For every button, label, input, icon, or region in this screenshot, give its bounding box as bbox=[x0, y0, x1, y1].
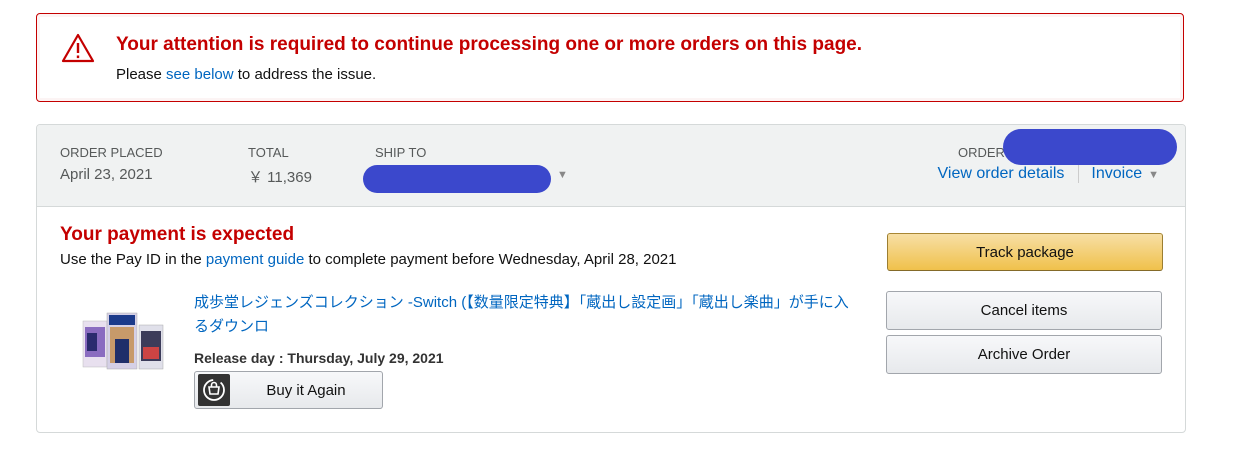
alert-title: Your attention is required to continue p… bbox=[116, 34, 863, 55]
chevron-down-icon: ▼ bbox=[1148, 169, 1159, 182]
invoice-link[interactable]: Invoice ▼ bbox=[1091, 165, 1159, 182]
order-number-redaction bbox=[1003, 129, 1177, 165]
invoice-label: Invoice bbox=[1091, 165, 1143, 183]
product-image[interactable] bbox=[77, 303, 172, 383]
buy-again-icon bbox=[198, 374, 230, 406]
payment-guide-link[interactable]: payment guide bbox=[206, 251, 304, 268]
track-package-button[interactable]: Track package bbox=[887, 233, 1163, 271]
cancel-items-button[interactable]: Cancel items bbox=[886, 291, 1162, 330]
alert-body-prefix: Please bbox=[116, 66, 167, 83]
archive-order-button[interactable]: Archive Order bbox=[886, 335, 1162, 374]
alert-body-suffix: to address the issue. bbox=[233, 66, 377, 83]
order-header: ORDER PLACED April 23, 2021 TOTAL ￥ 11,3… bbox=[37, 125, 1185, 207]
status-desc-suffix: to complete payment before Wednesday, Ap… bbox=[304, 251, 677, 268]
product-title-link[interactable]: 成歩堂レジェンズコレクション -Switch (【数量限定特典】「蔵出し設定画」… bbox=[194, 291, 854, 339]
payment-status-desc: Use the Pay ID in the payment guide to c… bbox=[60, 251, 677, 268]
order-placed-label: ORDER PLACED bbox=[60, 145, 163, 160]
order-placed-value: April 23, 2021 bbox=[60, 166, 153, 183]
buy-it-again-button[interactable]: Buy it Again bbox=[194, 371, 383, 409]
view-order-details-link[interactable]: View order details bbox=[938, 165, 1065, 182]
attention-alert: Your attention is required to continue p… bbox=[36, 13, 1184, 102]
order-number-label: ORDER bbox=[958, 145, 1005, 160]
order-header-links: View order details Invoice ▼ bbox=[938, 165, 1159, 183]
total-value: ￥ 11,369 bbox=[248, 169, 312, 186]
chevron-down-icon[interactable]: ▼ bbox=[557, 169, 568, 181]
link-divider bbox=[1078, 165, 1080, 183]
buy-it-again-label: Buy it Again bbox=[266, 381, 346, 399]
total-label: TOTAL bbox=[248, 145, 289, 160]
release-day: Release day : Thursday, July 29, 2021 bbox=[194, 350, 444, 366]
payment-status-title: Your payment is expected bbox=[60, 224, 295, 245]
ship-to-label: SHIP TO bbox=[375, 145, 427, 160]
warning-triangle-icon bbox=[61, 33, 95, 63]
order-card: ORDER PLACED April 23, 2021 TOTAL ￥ 11,3… bbox=[36, 124, 1186, 433]
see-below-link[interactable]: see below bbox=[166, 66, 234, 83]
ship-to-redaction[interactable] bbox=[363, 165, 551, 193]
alert-body: Please see below to address the issue. bbox=[116, 66, 376, 83]
status-desc-prefix: Use the Pay ID in the bbox=[60, 251, 206, 268]
